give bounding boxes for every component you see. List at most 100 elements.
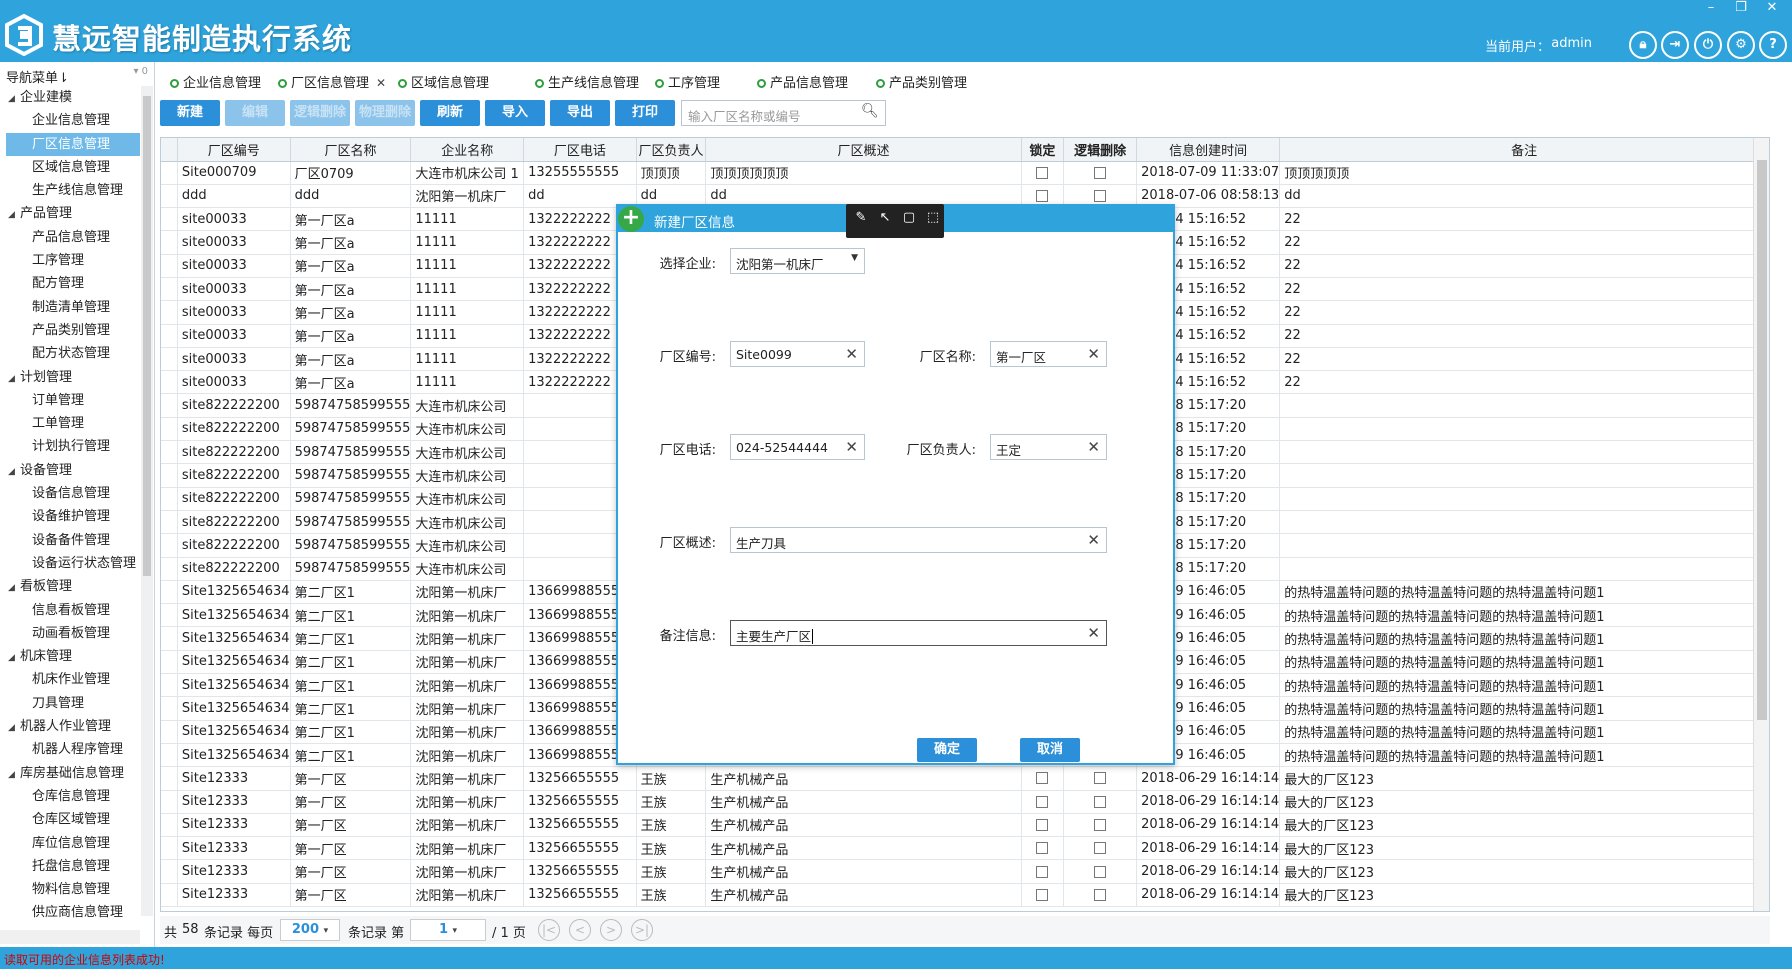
search-icon[interactable]: 🔍︎	[861, 103, 879, 121]
column-header[interactable]: 备注	[1279, 138, 1769, 162]
nav-item[interactable]: 工序管理	[0, 249, 140, 272]
clear-icon[interactable]: ✕	[1087, 438, 1100, 456]
checkbox[interactable]	[1036, 189, 1049, 202]
column-header[interactable]: 企业名称	[410, 138, 525, 162]
checkbox[interactable]	[1094, 818, 1107, 831]
table-row[interactable]: Site12333 第一厂区 沈阳第一机床厂 13256655555 王族 生产机械产品 2…	[161, 836, 1769, 861]
nav-item[interactable]: 企业信息管理	[0, 109, 140, 132]
table-row[interactable]: Site12333 第一厂区 沈阳第一机床厂 13256655555 王族 生产机械产品 2…	[161, 813, 1769, 838]
tab-5[interactable]: 产品信息管理	[757, 72, 848, 91]
table-row[interactable]: Site12333 第一厂区 沈阳第一机床厂 13256655555 王族 生产机械产品 2…	[161, 859, 1769, 884]
checkbox[interactable]	[1094, 772, 1107, 785]
site-code-field[interactable]: Site0099 ✕	[730, 341, 865, 367]
checkbox[interactable]	[1094, 795, 1107, 808]
remark-field[interactable]: 主要生产厂区 ✕	[730, 620, 1107, 646]
nav-item[interactable]: 库位信息管理	[0, 832, 140, 855]
column-header[interactable]: 锁定	[1021, 138, 1065, 162]
tab-0[interactable]: 企业信息管理	[170, 72, 261, 91]
exit-icon[interactable]: ⇥	[1661, 31, 1689, 59]
clear-icon[interactable]: ✕	[845, 345, 858, 363]
nav-group-0[interactable]: ◢ 企业建模	[0, 86, 140, 109]
column-header[interactable]: 厂区电话	[523, 138, 637, 162]
enterprise-select[interactable]: 沈阳第一机床厂 ▼	[730, 248, 865, 274]
toolbar-button-2[interactable]: 逻辑删除	[290, 100, 350, 126]
minimize-button[interactable]: –	[1700, 0, 1722, 15]
column-header[interactable]	[161, 138, 178, 162]
checkbox[interactable]	[1094, 166, 1107, 179]
nav-item[interactable]: 工单管理	[0, 412, 140, 435]
frame-icon[interactable]: ▢	[900, 210, 918, 228]
nav-item[interactable]: 计划执行管理	[0, 435, 140, 458]
clear-icon[interactable]: ✕	[1087, 345, 1100, 363]
nav-item[interactable]: 产品类别管理	[0, 319, 140, 342]
table-row[interactable]: Site12333 第一厂区 沈阳第一机床厂 13256655555 王族 生产机械产品 2…	[161, 766, 1769, 791]
clear-icon[interactable]: ✕	[845, 438, 858, 456]
toolbar-button-0[interactable]: 新建	[160, 100, 220, 126]
nav-item[interactable]: 厂区信息管理	[6, 132, 140, 156]
next-page-icon[interactable]: >	[600, 919, 622, 941]
nav-scrollbar[interactable]	[141, 86, 153, 916]
tab-2[interactable]: 区域信息管理	[398, 72, 489, 91]
clear-icon[interactable]: ✕	[1087, 624, 1100, 642]
checkbox[interactable]	[1094, 189, 1107, 202]
toolbar-button-6[interactable]: 导出	[550, 100, 610, 126]
nav-item[interactable]: 仓库区域管理	[0, 808, 140, 831]
nav-item[interactable]: 动画看板管理	[0, 622, 140, 645]
nav-scroll-thumb[interactable]	[143, 96, 151, 576]
nav-item[interactable]: 托盘信息管理	[0, 855, 140, 878]
clear-icon[interactable]: ✕	[1087, 531, 1100, 549]
select-icon[interactable]: ⬚	[924, 210, 942, 228]
column-header[interactable]: 逻辑删除	[1063, 138, 1138, 162]
power-icon[interactable]: ⏻	[1694, 31, 1722, 59]
nav-item[interactable]: 产品信息管理	[0, 226, 140, 249]
checkbox[interactable]	[1036, 842, 1049, 855]
nav-item[interactable]: 设备信息管理	[0, 482, 140, 505]
column-header[interactable]: 厂区编号	[177, 138, 291, 162]
nav-item[interactable]: 机床作业管理	[0, 668, 140, 691]
tab-4[interactable]: 工序管理	[655, 72, 720, 91]
nav-item[interactable]: 供应商信息管理	[0, 901, 140, 924]
lock-icon[interactable]: 🔒︎	[1629, 31, 1657, 59]
nav-item[interactable]: 订单管理	[0, 389, 140, 412]
checkbox[interactable]	[1036, 865, 1049, 878]
edit-icon[interactable]: ✎	[852, 210, 870, 228]
toolbar-button-7[interactable]: 打印	[615, 100, 675, 126]
page-size-select[interactable]: 200 ▾	[280, 919, 340, 941]
nav-group-1[interactable]: ◢ 产品管理	[0, 202, 140, 225]
first-page-icon[interactable]: |<	[538, 919, 560, 941]
help-icon[interactable]: ?	[1759, 31, 1787, 59]
checkbox[interactable]	[1036, 772, 1049, 785]
toolbar-button-4[interactable]: 刷新	[420, 100, 480, 126]
page-number-select[interactable]: 1 ▾	[410, 919, 486, 941]
nav-item[interactable]: 配方状态管理	[0, 342, 140, 365]
nav-group-7[interactable]: ◢ 库房基础信息管理	[0, 762, 140, 785]
tab-1[interactable]: 厂区信息管理 ✕	[278, 72, 386, 91]
checkbox[interactable]	[1036, 888, 1049, 901]
search-input[interactable]: 输入厂区名称或编号	[681, 100, 886, 126]
cancel-button[interactable]: 取消	[1020, 738, 1080, 762]
maximize-button[interactable]: ❐	[1730, 0, 1752, 15]
nav-item[interactable]: 仓库信息管理	[0, 785, 140, 808]
grid-scrollbar[interactable]	[1753, 138, 1769, 911]
site-manager-field[interactable]: 王定 ✕	[990, 434, 1107, 460]
column-header[interactable]: 信息创建时间	[1136, 138, 1281, 162]
nav-group-6[interactable]: ◢ 机器人作业管理	[0, 715, 140, 738]
toolbar-button-1[interactable]: 编辑	[225, 100, 285, 126]
column-header[interactable]: 厂区负责人	[636, 138, 707, 162]
checkbox[interactable]	[1094, 842, 1107, 855]
checkbox[interactable]	[1036, 818, 1049, 831]
grid-scroll-thumb[interactable]	[1757, 160, 1767, 720]
site-name-field[interactable]: 第一厂区 ✕	[990, 341, 1107, 367]
table-row[interactable]: Site12333 第一厂区 沈阳第一机床厂 13256655555 王族 生产机械产品 2…	[161, 790, 1769, 814]
column-header[interactable]: 厂区名称	[290, 138, 412, 162]
nav-item[interactable]: 刀具管理	[0, 692, 140, 715]
nav-group-3[interactable]: ◢ 设备管理	[0, 459, 140, 482]
nav-item[interactable]: 配方管理	[0, 272, 140, 295]
checkbox[interactable]	[1036, 166, 1049, 179]
nav-item[interactable]: 设备运行状态管理	[0, 552, 140, 575]
nav-group-2[interactable]: ◢ 计划管理	[0, 366, 140, 389]
table-row[interactable]: Site12333 第一厂区 沈阳第一机床厂 13256655555 王族 生产机械产品 2…	[161, 883, 1769, 908]
ok-button[interactable]: 确定	[917, 738, 977, 762]
nav-group-4[interactable]: ◢ 看板管理	[0, 575, 140, 598]
checkbox[interactable]	[1094, 865, 1107, 878]
